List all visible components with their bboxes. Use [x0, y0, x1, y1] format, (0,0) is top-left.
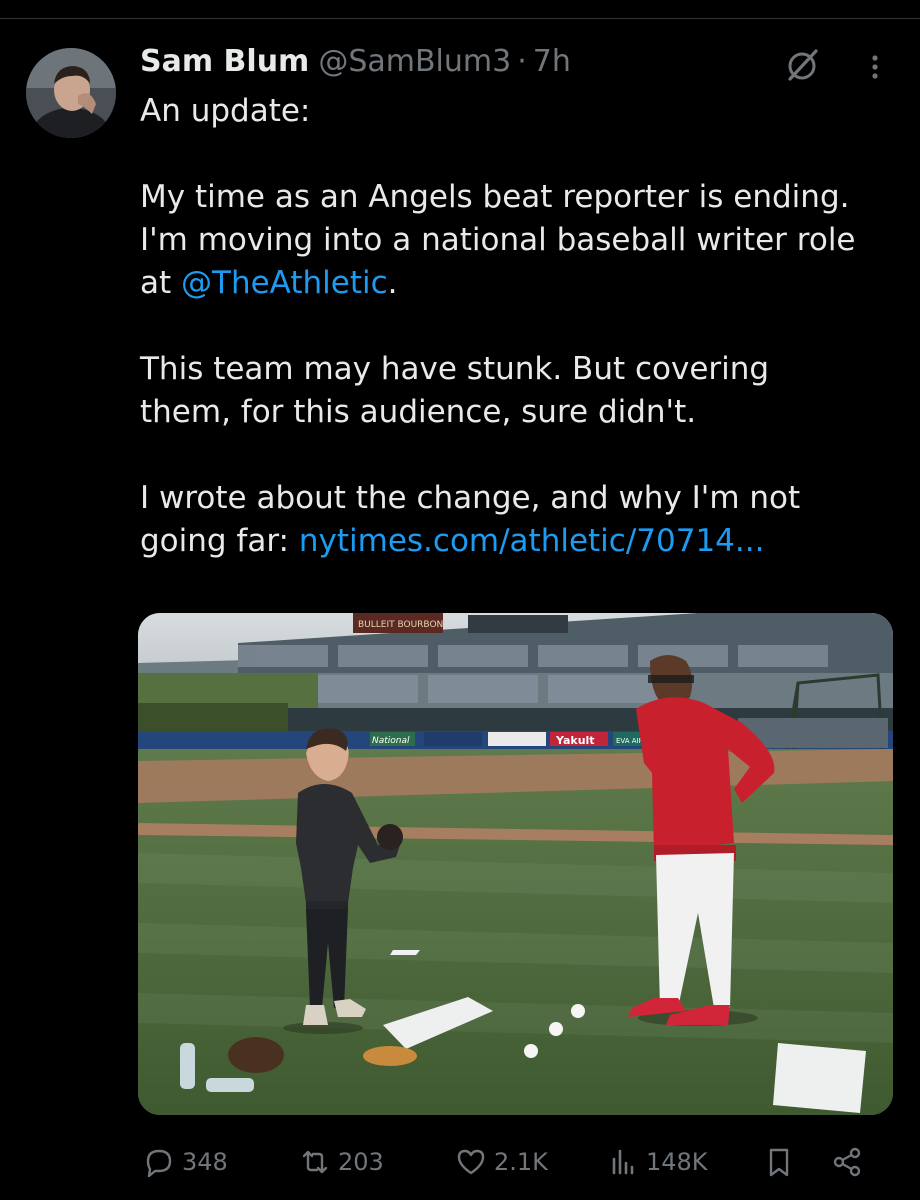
tweet-text-fragment: going far:	[140, 523, 299, 559]
views-button[interactable]: 148K	[606, 1140, 708, 1184]
tweet-line: An update:	[140, 93, 311, 129]
share-icon	[833, 1147, 861, 1177]
retweet-count: 203	[338, 1148, 384, 1176]
tweet-photo[interactable]: BULLEIT BOURBON National Yakult EVA AIR	[138, 613, 893, 1115]
reply-count: 348	[182, 1148, 228, 1176]
bookmark-icon	[769, 1148, 789, 1177]
stadium-photo: BULLEIT BOURBON National Yakult EVA AIR	[138, 613, 893, 1115]
reply-button[interactable]: 348	[142, 1140, 228, 1184]
tweet-line: I'm moving into a national baseball writ…	[140, 222, 856, 258]
sign-yakult: Yakult	[555, 734, 595, 747]
bookmark-button[interactable]	[762, 1140, 796, 1184]
like-count: 2.1K	[494, 1148, 548, 1176]
sign-national: National	[372, 736, 410, 746]
tweet-actions: 348 203 2.1K 148K	[140, 1140, 880, 1184]
tweet-timestamp[interactable]: 7h	[533, 44, 571, 79]
tweet-body: An update: My time as an Angels beat rep…	[140, 90, 900, 563]
tweet-header: Sam Blum @SamBlum3 · 7h	[140, 44, 571, 84]
like-button[interactable]: 2.1K	[454, 1140, 548, 1184]
article-link[interactable]: nytimes.com/athletic/70714...	[299, 523, 765, 559]
retweet-icon	[302, 1150, 328, 1174]
sign-evaair: EVA AIR	[616, 737, 644, 745]
views-icon	[612, 1149, 634, 1175]
tweet-text-fragment: .	[387, 265, 398, 301]
author-avatar[interactable]	[26, 48, 116, 138]
author-handle[interactable]: @SamBlum3	[318, 44, 511, 79]
more-options-icon[interactable]	[860, 52, 890, 82]
share-button[interactable]	[830, 1140, 864, 1184]
avatar-image	[26, 48, 116, 138]
tweet-line: going far: nytimes.com/athletic/70714...	[140, 520, 900, 563]
tweet-text-fragment: at	[140, 265, 182, 301]
retweet-button[interactable]: 203	[298, 1140, 384, 1184]
author-name[interactable]: Sam Blum	[140, 44, 309, 79]
grok-icon[interactable]	[786, 48, 820, 82]
heart-icon	[457, 1149, 485, 1175]
mention-link[interactable]: @TheAthletic	[181, 265, 388, 301]
separator-dot: ·	[517, 44, 527, 79]
tweet-line: This team may have stunk. But covering	[140, 351, 770, 387]
reply-icon	[146, 1149, 172, 1178]
tweet-line: them, for this audience, sure didn't.	[140, 394, 697, 430]
views-count: 148K	[646, 1148, 708, 1176]
tweet-line: at @TheAthletic.	[140, 262, 900, 305]
sign-bulleit: BULLEIT BOURBON	[358, 620, 443, 630]
tweet-line: I wrote about the change, and why I'm no…	[140, 480, 801, 516]
tweet-line: My time as an Angels beat reporter is en…	[140, 179, 850, 215]
top-divider	[0, 18, 920, 19]
